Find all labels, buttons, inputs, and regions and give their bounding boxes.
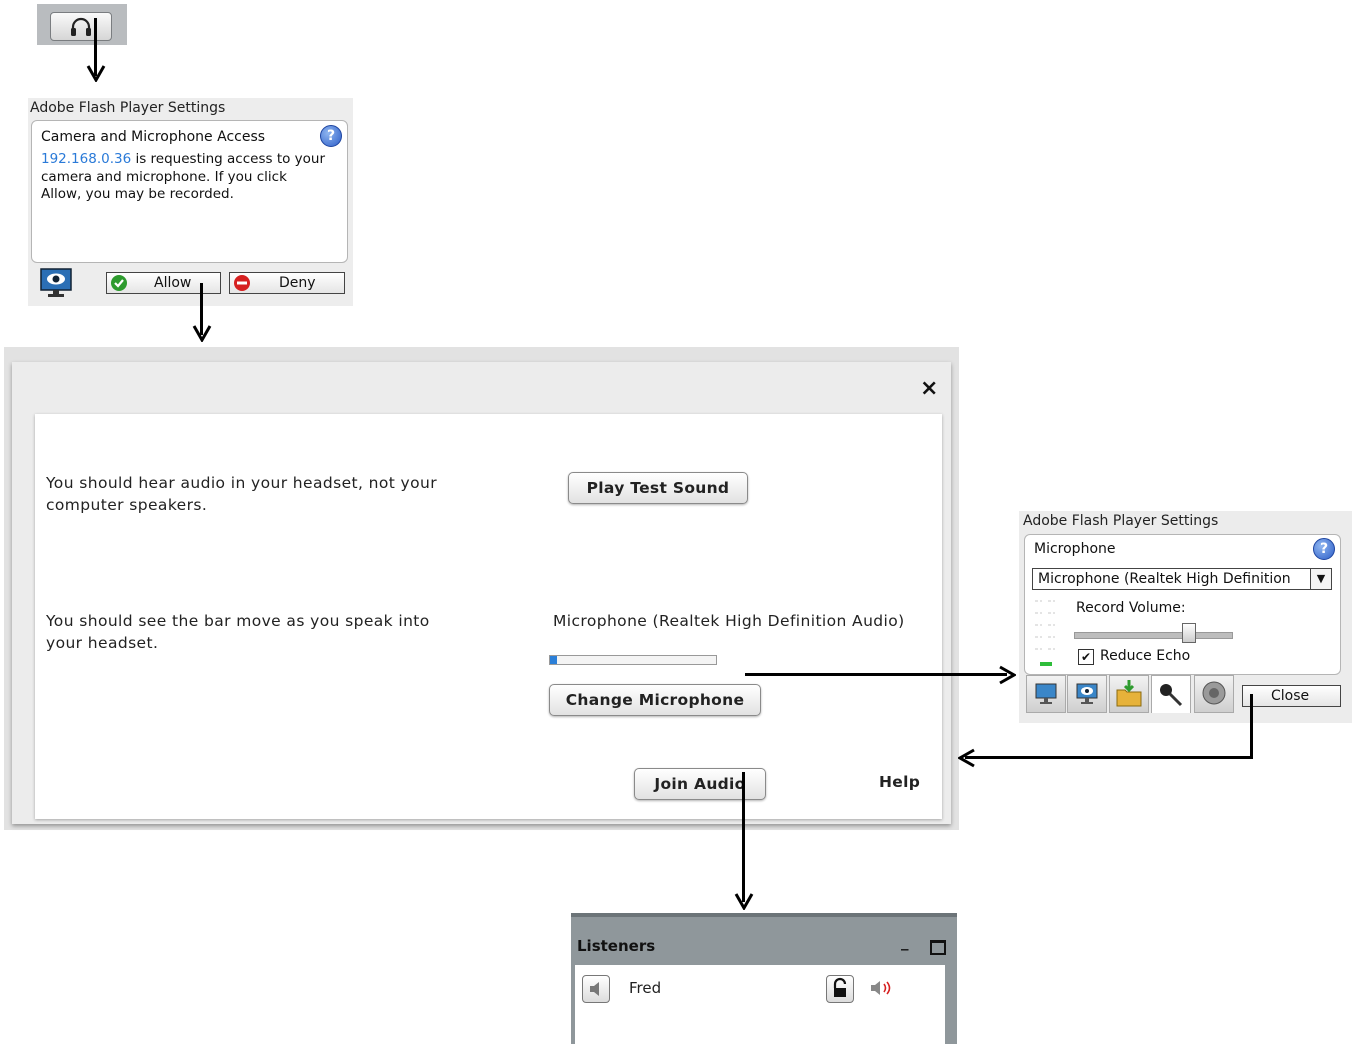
mic-level-bar [549,655,717,665]
maximize-button[interactable] [930,940,946,955]
check-icon [111,275,127,291]
listeners-list: Fred [575,965,945,1044]
record-volume-track[interactable] [1074,632,1233,639]
microphone-name: Microphone (Realtek High Definition Audi… [553,612,905,630]
speaker-icon [590,982,599,996]
headset-icon [71,17,91,36]
audio-setup-dialog: × You should hear audio in your headset,… [4,347,959,830]
monitor-privacy-icon[interactable] [40,268,72,298]
volume-on-icon[interactable] [867,977,897,999]
audio-setup-body: You should hear audio in your headset, n… [35,414,942,819]
microphone-heading: Microphone [1034,541,1116,557]
deny-label: Deny [279,275,316,291]
unlock-button[interactable] [826,975,854,1003]
close-dialog-button[interactable]: × [920,376,938,401]
access-request-box: Camera and Microphone Access ? 192.168.0… [31,120,348,263]
flow-arrow [742,772,745,902]
help-icon[interactable]: ? [1313,538,1335,560]
arrowhead-left-icon [958,748,975,768]
deny-button[interactable]: Deny [229,272,345,294]
record-volume-slider-thumb[interactable] [1182,623,1197,643]
allow-label: Allow [154,275,192,291]
listeners-title: Listeners [577,937,656,955]
arrowhead-down-icon [734,893,754,910]
tab-display-settings[interactable] [1026,675,1066,713]
headset-hint-text: You should hear audio in your headset, n… [46,474,437,514]
audio-setup-frame: × You should hear audio in your headset,… [12,362,951,824]
flow-arrow [745,673,1007,676]
arrowhead-right-icon [999,665,1016,685]
microphone-settings-box: Microphone ? Microphone (Realtek High De… [1024,534,1341,675]
headset-button[interactable] [50,12,112,41]
tab-camera[interactable] [1194,675,1234,713]
allow-button[interactable]: Allow [106,272,221,294]
record-volume-label: Record Volume: [1076,600,1186,616]
reduce-echo-label: Reduce Echo [1100,648,1191,664]
chevron-down-icon: ▼ [1310,569,1331,589]
arrowhead-down-icon [192,325,212,342]
headset-toolbar [37,4,127,45]
flash-settings-title: Adobe Flash Player Settings [1023,513,1219,529]
microphone-icon [1160,684,1183,707]
mic-hint-text: You should see the bar move as you speak… [46,612,430,652]
tab-microphone[interactable] [1151,675,1191,713]
access-message: 192.168.0.36 is requesting access to you… [41,151,326,204]
requester-ip: 192.168.0.36 [41,151,132,167]
block-icon [234,275,250,291]
reduce-echo-checkbox[interactable]: ✔ [1078,649,1094,665]
webcam-icon [1202,681,1226,705]
unlock-icon [833,977,847,997]
tab-local-storage[interactable] [1109,675,1149,713]
flash-settings-title: Adobe Flash Player Settings [30,100,226,116]
folder-download-icon [1116,680,1142,707]
mic-level-fill [550,656,557,664]
flash-settings-access-dialog: Adobe Flash Player Settings Camera and M… [28,98,353,306]
microphone-select-value: Microphone (Realtek High Definition [1038,571,1291,587]
close-label: Close [1271,688,1310,704]
volume-meter [1035,600,1055,666]
change-microphone-button[interactable]: Change Microphone [549,684,761,716]
flash-settings-microphone-dialog: Adobe Flash Player Settings Microphone ?… [1019,511,1352,723]
microphone-select[interactable]: Microphone (Realtek High Definition ▼ [1032,568,1332,590]
help-link[interactable]: Help [879,773,920,791]
monitor-icon [1035,683,1057,704]
play-test-sound-button[interactable]: Play Test Sound [568,472,748,504]
monitor-eye-icon [1076,683,1098,704]
speaker-mute-button[interactable] [582,975,610,1003]
tab-privacy-settings[interactable] [1067,675,1107,713]
flow-arrow [965,756,1253,759]
panel-top-border [571,913,957,917]
arrowhead-down-icon [86,65,106,82]
minimize-button[interactable]: _ [901,933,909,951]
listeners-panel: Listeners _ Fred [571,913,957,1044]
close-button[interactable]: Close [1242,685,1341,707]
listener-name: Fred [629,979,662,997]
join-audio-button[interactable]: Join Audio [634,768,766,800]
flow-arrow [1250,694,1253,758]
access-heading: Camera and Microphone Access [41,129,266,145]
help-icon[interactable]: ? [320,125,342,147]
